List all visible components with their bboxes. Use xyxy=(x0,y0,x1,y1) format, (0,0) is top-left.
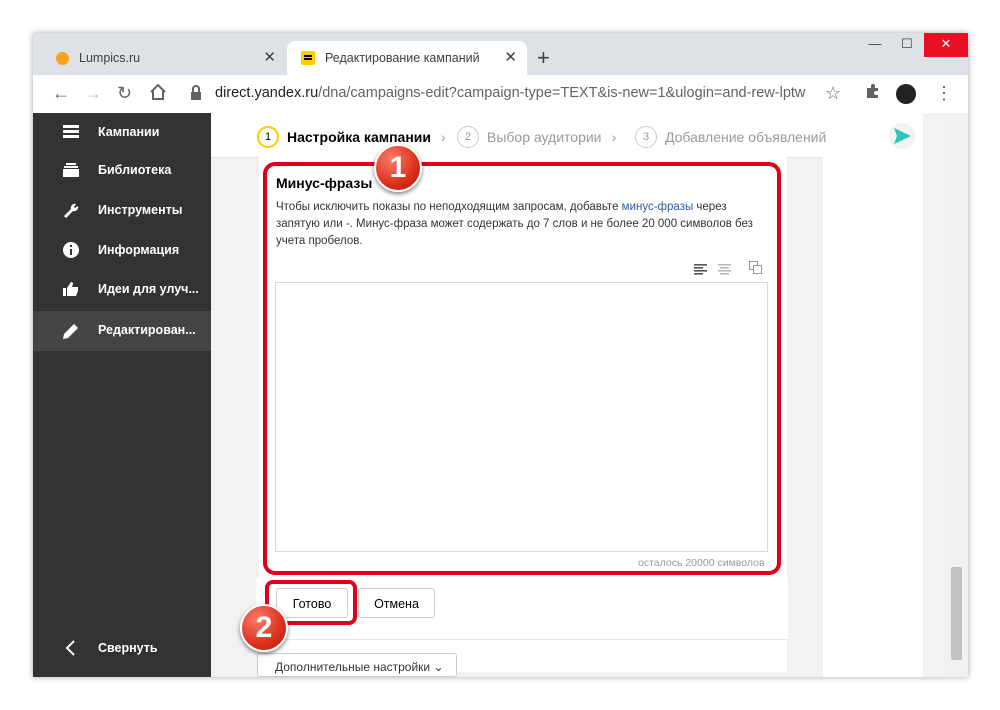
menu-kebab-icon[interactable]: ⋮ xyxy=(935,83,953,104)
sidebar-item-label: Идеи для улуч... xyxy=(98,282,199,296)
chevron-left-icon xyxy=(62,640,80,658)
sidebar-item-label: Инструменты xyxy=(98,203,183,217)
send-icon[interactable] xyxy=(889,123,915,149)
browser-toolbar: ← → ↻ direct.yandex.ru/dna/campaigns-edi… xyxy=(33,75,968,114)
sidebar-item-label: Информация xyxy=(98,243,180,257)
sidebar-item-tools[interactable]: Инструменты xyxy=(33,191,211,231)
wizard-steps: 1 Настройка кампании › 2 Выбор аудитории › 3… xyxy=(211,113,923,158)
tab-title: Lumpics.ru xyxy=(79,51,141,65)
step-number: 3 xyxy=(635,126,657,148)
forward-arrow-icon[interactable]: → xyxy=(84,83,102,104)
window-close-button[interactable]: ✕ xyxy=(924,33,968,57)
extra-settings-dropdown[interactable]: Дополнительные настройки ⌄ xyxy=(257,653,457,677)
extensions-puzzle-icon[interactable] xyxy=(865,83,881,104)
step-settings[interactable]: 1 Настройка кампании › xyxy=(257,126,446,148)
scrollbar-thumb[interactable] xyxy=(951,567,962,660)
info-icon xyxy=(62,242,80,260)
sidebar-item-ideas[interactable]: Идеи для улуч... xyxy=(33,270,211,310)
minimize-button[interactable]: — xyxy=(859,33,891,57)
step-label: Выбор аудитории xyxy=(487,129,602,145)
step-ads[interactable]: 3 Добавление объявлений xyxy=(635,126,826,148)
cancel-button[interactable]: Отмена xyxy=(358,588,435,618)
tab-close-icon[interactable]: ✕ xyxy=(504,48,517,66)
sidebar-item-info[interactable]: Информация xyxy=(33,231,211,271)
collapse-label: Свернуть xyxy=(98,641,158,655)
back-arrow-icon[interactable]: ← xyxy=(52,83,70,104)
new-tab-button[interactable]: + xyxy=(537,45,550,71)
chevron-right-icon: › xyxy=(611,129,617,145)
tab-title: Редактирование кампаний xyxy=(325,51,480,65)
tab-close-icon[interactable]: ✕ xyxy=(263,48,276,66)
sidebar: Кампании Библиотека Инструменты Информац… xyxy=(33,113,211,677)
yandex-direct-favicon-icon xyxy=(301,51,315,65)
home-icon[interactable] xyxy=(149,83,167,106)
url-path: /dna/campaigns-edit?campaign-type=TEXT&i… xyxy=(318,85,806,101)
sidebar-item-editing[interactable]: Редактирован... xyxy=(33,311,211,351)
reload-icon[interactable]: ↻ xyxy=(117,83,132,104)
sidebar-item-label: Редактирован... xyxy=(98,323,196,337)
tab-campaign-edit[interactable]: Редактирование кампаний ✕ xyxy=(287,41,527,75)
step-label: Добавление объявлений xyxy=(665,129,827,145)
sidebar-item-label: Библиотека xyxy=(98,163,172,177)
step-audience[interactable]: 2 Выбор аудитории › xyxy=(457,126,616,148)
side-panel xyxy=(823,157,923,677)
page-scrollbar[interactable] xyxy=(944,113,968,677)
annotation-badge-1: 1 xyxy=(374,144,422,192)
lock-icon[interactable] xyxy=(190,85,202,106)
library-icon xyxy=(62,162,80,180)
chevron-down-icon: ⌄ xyxy=(433,660,444,674)
dropdown-label: Дополнительные настройки xyxy=(275,660,431,674)
tab-strip: Lumpics.ru ✕ Редактирование кампаний ✕ +… xyxy=(33,33,968,75)
pencil-icon xyxy=(62,322,80,340)
highlight-frame-1 xyxy=(263,162,781,575)
wrench-icon xyxy=(62,202,80,220)
campaigns-icon xyxy=(62,124,80,142)
annotation-badge-2: 2 xyxy=(240,604,288,652)
sidebar-collapse[interactable]: Свернуть xyxy=(33,629,211,669)
lumpics-favicon-icon xyxy=(56,52,69,65)
chevron-right-icon: › xyxy=(441,129,446,145)
sidebar-item-campaigns[interactable]: Кампании xyxy=(33,113,211,153)
step-label: Настройка кампании xyxy=(287,129,431,145)
profile-avatar[interactable] xyxy=(896,84,916,104)
bookmark-star-icon[interactable]: ☆ xyxy=(825,83,841,104)
step-number: 2 xyxy=(457,126,479,148)
thumbs-up-icon xyxy=(62,281,80,299)
url-host: direct.yandex.ru xyxy=(215,85,319,101)
address-bar[interactable]: direct.yandex.ru/dna/campaigns-edit?camp… xyxy=(215,85,805,101)
maximize-button[interactable]: ☐ xyxy=(891,33,923,57)
sidebar-item-label: Кампании xyxy=(98,125,160,139)
tab-lumpics[interactable]: Lumpics.ru ✕ xyxy=(41,41,286,75)
step-number: 1 xyxy=(257,126,279,148)
sidebar-item-library[interactable]: Библиотека xyxy=(33,151,211,191)
